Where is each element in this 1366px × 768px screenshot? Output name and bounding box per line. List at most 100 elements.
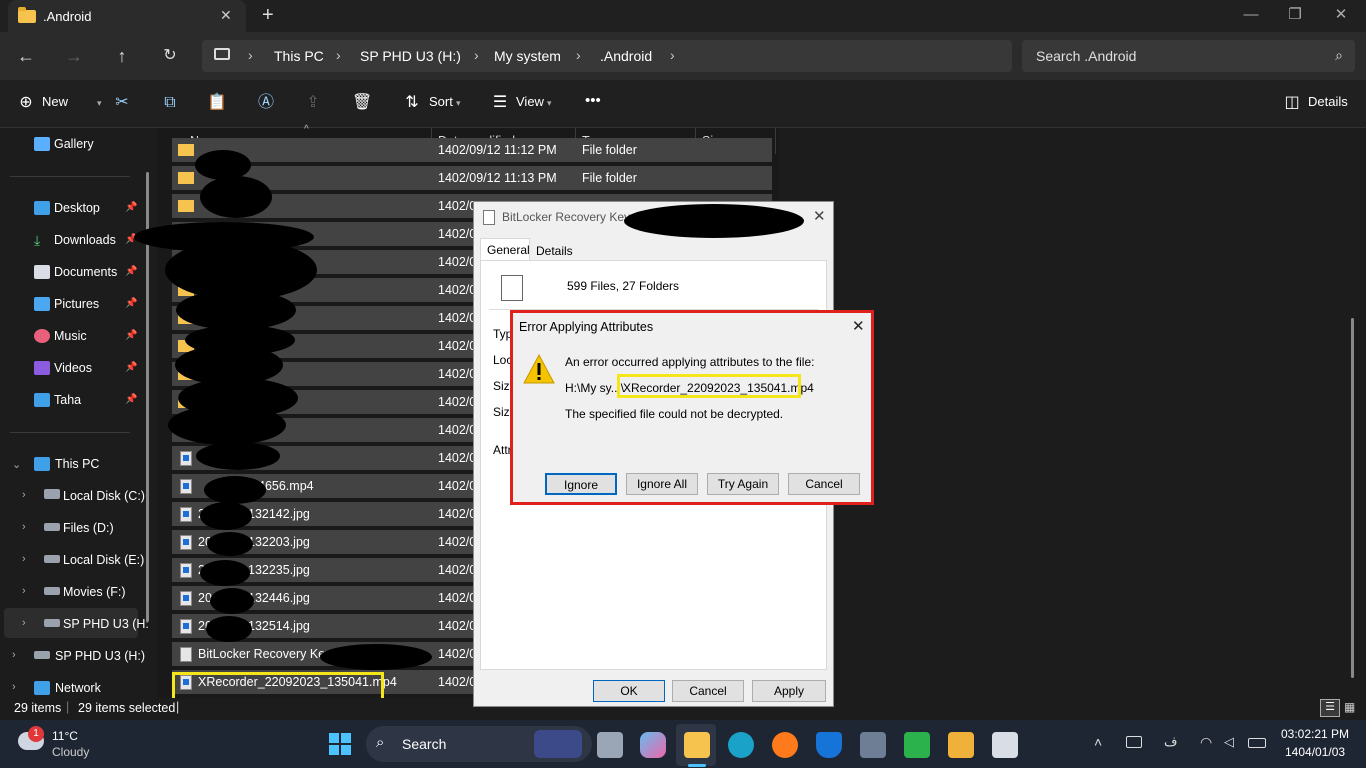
sidebar-item-drive-d[interactable]: Files (D:) [63, 518, 114, 538]
sidebar-item-videos[interactable]: Videos [54, 358, 92, 378]
try-again-button[interactable]: Try Again [707, 473, 779, 495]
clock-time[interactable]: 03:02:21 PM [1281, 727, 1349, 741]
copy-icon[interactable]: ⧉ [160, 93, 180, 113]
up-icon[interactable]: ↑ [110, 44, 134, 68]
minimize-button[interactable]: — [1228, 0, 1274, 30]
cut-icon[interactable]: ✂ [112, 93, 132, 113]
app-icon-green[interactable] [904, 732, 930, 758]
pin-icon: 📌 [125, 330, 138, 341]
refresh-icon[interactable]: ↻ [158, 44, 182, 68]
sidebar-item-drive-c[interactable]: Local Disk (C:) [63, 486, 145, 506]
close-tab-icon[interactable]: ✕ [220, 7, 232, 24]
row-type: File folder [582, 143, 637, 157]
keyboard-icon[interactable] [1126, 736, 1142, 748]
language-icon[interactable]: ف [1164, 734, 1177, 750]
clock-date[interactable]: 1404/01/03 [1285, 745, 1345, 759]
chevron-right-icon[interactable]: › [12, 681, 16, 693]
view-icon: ☰ [492, 94, 508, 111]
tab-general[interactable]: General [480, 238, 530, 261]
breadcrumb-my-system[interactable]: My system [494, 48, 561, 64]
copilot-icon[interactable] [640, 732, 666, 758]
forward-icon[interactable]: → [62, 44, 86, 68]
sidebar-item-drive-h[interactable]: SP PHD U3 (H: [63, 614, 149, 634]
sidebar-item-this-pc[interactable]: This PC [55, 454, 99, 474]
error-cancel-button[interactable]: Cancel [788, 473, 860, 495]
sidebar-item-taha[interactable]: Taha [54, 390, 81, 410]
apply-button[interactable]: Apply [752, 680, 826, 702]
chevron-right-icon[interactable]: › [12, 649, 16, 661]
chevron-right-icon[interactable]: › [22, 521, 26, 533]
folder-icon [18, 7, 36, 23]
sidebar-item-desktop[interactable]: Desktop [54, 198, 100, 218]
chevron-right-icon[interactable]: › [22, 585, 26, 597]
new-tab-button[interactable]: + [262, 4, 274, 27]
table-row[interactable]: 1402/09/12 11:12 PM File folder [172, 138, 772, 162]
defender-icon[interactable] [816, 732, 842, 758]
start-icon[interactable] [329, 733, 351, 755]
details-button[interactable]: Details [1308, 94, 1348, 109]
row-type: File folder [582, 171, 637, 185]
edge-icon[interactable] [728, 732, 754, 758]
sidebar-item-drive-f[interactable]: Movies (F:) [63, 582, 126, 602]
file-list-scrollbar[interactable] [1351, 318, 1354, 678]
volume-icon[interactable]: ◁ [1224, 734, 1234, 750]
chevron-right-icon[interactable]: › [22, 553, 26, 565]
file-icon [180, 619, 192, 634]
sidebar-item-documents[interactable]: Documents [54, 262, 117, 282]
rename-icon[interactable]: Ⓐ [256, 93, 276, 113]
row-date: 1402/0 [438, 591, 477, 605]
address-bar[interactable]: › This PC › SP PHD U3 (H:) › My system ›… [202, 40, 1012, 72]
chevron-right-icon[interactable]: › [22, 489, 26, 501]
task-view-icon[interactable] [597, 732, 623, 758]
sidebar-item-gallery[interactable]: Gallery [54, 134, 94, 154]
ok-button[interactable]: OK [593, 680, 665, 702]
more-options-button[interactable]: ••• [585, 92, 601, 109]
breadcrumb-android[interactable]: .Android [600, 48, 652, 64]
sidebar-item-music[interactable]: Music [54, 326, 87, 346]
cancel-button[interactable]: Cancel [672, 680, 744, 702]
paste-icon[interactable]: 📋 [207, 93, 227, 113]
firefox-icon[interactable] [772, 732, 798, 758]
sort-button[interactable]: Sort [429, 94, 453, 109]
chevron-down-icon[interactable]: ⌄ [12, 458, 21, 471]
chevron-right-icon[interactable]: › [22, 617, 26, 629]
row-name: BitLocker Recovery Key [198, 647, 332, 661]
battery-icon[interactable] [1248, 738, 1266, 748]
file-explorer-icon[interactable] [684, 732, 710, 758]
back-icon[interactable]: ← [14, 44, 38, 68]
breadcrumb-this-pc[interactable]: This PC [274, 48, 324, 64]
sidebar-item-external-drive[interactable]: SP PHD U3 (H:) [55, 646, 145, 666]
share-icon[interactable]: ⇪ [303, 93, 323, 113]
close-icon[interactable]: ✕ [852, 317, 865, 335]
search-input[interactable]: Search .Android ⌕ [1022, 40, 1355, 72]
view-button[interactable]: View [516, 94, 544, 109]
maximize-button[interactable]: ❐ [1272, 0, 1318, 30]
app-icon-orange[interactable] [948, 732, 974, 758]
app-icon-document[interactable] [992, 732, 1018, 758]
ignore-button[interactable]: Ignore [545, 473, 617, 495]
close-window-button[interactable]: ✕ [1318, 0, 1364, 30]
taskbar-search[interactable]: ⌕ Search [366, 726, 592, 762]
redaction-mark [320, 644, 432, 670]
details-view-icon[interactable]: ☰ [1320, 699, 1340, 717]
chevron-up-icon[interactable]: ˄ [1094, 734, 1102, 750]
breadcrumb-drive[interactable]: SP PHD U3 (H:) [360, 48, 461, 64]
tiles-view-icon[interactable]: ▦ [1344, 700, 1355, 714]
sidebar-item-pictures[interactable]: Pictures [54, 294, 99, 314]
close-icon[interactable]: ✕ [813, 207, 826, 225]
new-button[interactable]: New [42, 94, 68, 109]
tab-details[interactable]: Details [536, 244, 573, 258]
ignore-all-button[interactable]: Ignore All [626, 473, 698, 495]
sidebar-item-downloads[interactable]: Downloads [54, 230, 116, 250]
sidebar-item-network[interactable]: Network [55, 678, 101, 698]
weather-temp[interactable]: 11°C [52, 729, 78, 743]
calculator-icon[interactable] [860, 732, 886, 758]
weather-desc[interactable]: Cloudy [52, 745, 89, 759]
row-date: 1402/0 [438, 339, 477, 353]
tab-android[interactable]: .Android ✕ [8, 0, 246, 32]
wifi-icon[interactable]: ◠ [1200, 734, 1212, 751]
redaction-mark [210, 588, 254, 614]
pin-icon: 📌 [125, 266, 138, 277]
sidebar-item-drive-e[interactable]: Local Disk (E:) [63, 550, 144, 570]
delete-icon[interactable]: 🗑 [352, 93, 372, 113]
